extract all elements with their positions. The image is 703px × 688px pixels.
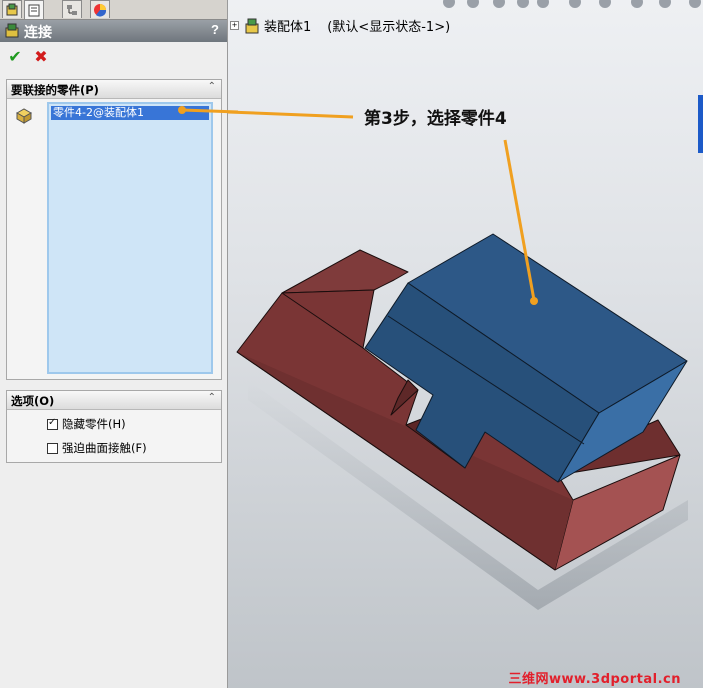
property-icon — [28, 4, 40, 17]
manager-tabs — [0, 0, 227, 20]
assembly-icon — [6, 3, 18, 15]
step-annotation: 第3步，选择零件4 — [364, 109, 507, 129]
tab-property-manager[interactable] — [24, 0, 44, 19]
hide-parts-label: 隐藏零件(H) — [62, 417, 126, 431]
force-surface-contact-label: 强迫曲面接触(F) — [62, 441, 147, 455]
part-selection-icon — [15, 108, 33, 124]
force-surface-contact-option[interactable]: 强迫曲面接触(F) — [47, 439, 147, 457]
tab-configuration-manager[interactable] — [62, 0, 82, 18]
join-feature-icon — [5, 23, 19, 38]
tab-feature-manager[interactable] — [2, 0, 22, 18]
callout-line-left — [178, 106, 239, 114]
components-to-join-group: 要联接的零件(P) ⌃ 零件4-2@装配体1 — [6, 79, 222, 380]
property-manager-title: 连接 — [24, 24, 52, 40]
color-wheel-icon — [94, 3, 107, 17]
components-group-header[interactable]: 要联接的零件(P) ⌃ — [7, 80, 221, 99]
components-selection-list[interactable]: 零件4-2@装配体1 — [47, 102, 213, 374]
ok-check-icon[interactable]: ✔ — [6, 48, 24, 66]
property-manager-title-bar: 连接 ? — [0, 20, 227, 42]
configuration-icon — [67, 4, 77, 15]
hide-parts-checkbox[interactable] — [47, 417, 58, 430]
force-surface-contact-checkbox[interactable] — [47, 442, 58, 454]
hide-parts-option[interactable]: 隐藏零件(H) — [47, 415, 126, 433]
collapse-chevron-icon[interactable]: ⌃ — [208, 81, 216, 92]
options-group: 选项(O) ⌃ 隐藏零件(H) 强迫曲面接触(F) — [6, 390, 222, 463]
components-group-label: 要联接的零件(P) — [11, 83, 99, 97]
cancel-x-icon[interactable]: ✖ — [32, 48, 50, 66]
options-group-label: 选项(O) — [11, 394, 55, 408]
collapse-chevron-icon[interactable]: ⌃ — [208, 392, 216, 403]
watermark: 三维网www.3dportal.cn — [508, 672, 681, 687]
options-group-header[interactable]: 选项(O) ⌃ — [7, 391, 221, 410]
help-button[interactable]: ? — [211, 22, 219, 37]
tab-display-manager[interactable] — [90, 0, 110, 18]
